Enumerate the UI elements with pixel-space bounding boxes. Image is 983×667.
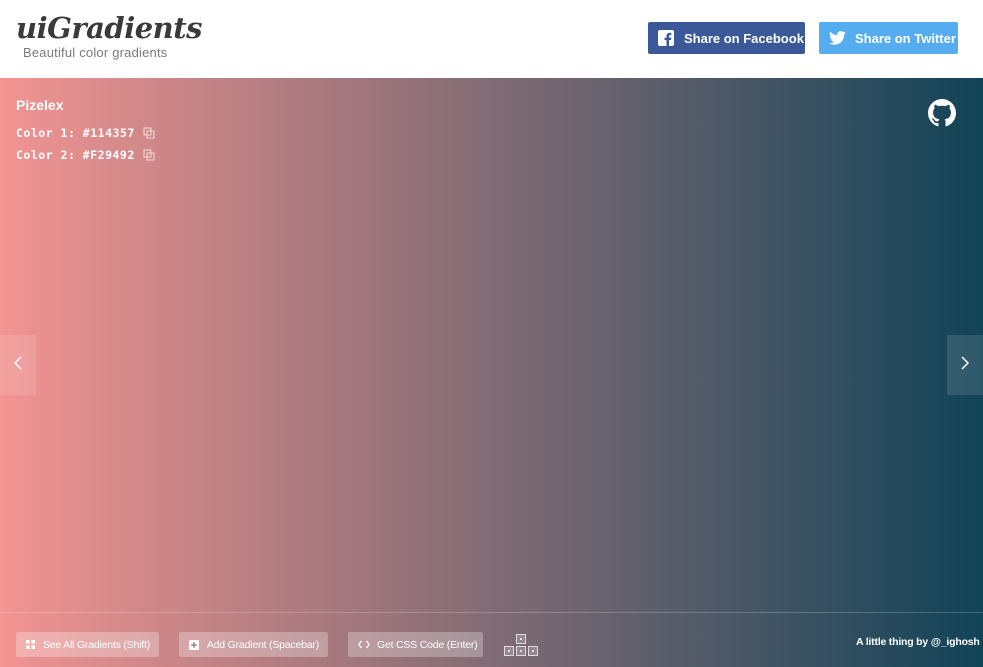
twitter-icon xyxy=(819,31,855,45)
grid-icon xyxy=(26,639,36,651)
next-gradient-button[interactable] xyxy=(947,335,983,395)
color-1-row: Color 1: #114357 xyxy=(16,126,155,140)
add-gradient-button[interactable]: Add Gradient (Spacebar) xyxy=(179,632,328,657)
plus-square-icon xyxy=(189,639,200,651)
share-twitter-button[interactable]: Share on Twitter xyxy=(819,22,958,54)
footer-bar: See All Gradients (Shift) Add Gradient (… xyxy=(0,612,983,667)
prev-gradient-button[interactable] xyxy=(0,335,36,395)
color-2-label: Color 2: #F29492 xyxy=(16,148,135,162)
github-icon[interactable] xyxy=(928,99,956,127)
add-gradient-label: Add Gradient (Spacebar) xyxy=(206,638,319,651)
logo-title: uiGradients xyxy=(16,11,203,45)
arrow-key-left xyxy=(504,646,514,656)
chevron-left-icon xyxy=(13,355,23,375)
share-twitter-label: Share on Twitter xyxy=(855,30,956,46)
code-icon xyxy=(358,639,370,651)
logo[interactable]: uiGradients Beautiful color gradients xyxy=(16,11,203,60)
share-facebook-label: Share on Facebook xyxy=(684,30,804,46)
chevron-right-icon xyxy=(960,355,970,375)
see-all-gradients-button[interactable]: See All Gradients (Shift) xyxy=(16,632,159,657)
header: uiGradients Beautiful color gradients Sh… xyxy=(0,0,983,78)
facebook-icon xyxy=(648,30,684,46)
copy-icon[interactable] xyxy=(143,127,155,139)
arrow-key-right xyxy=(528,646,538,656)
gradient-name: Pizelex xyxy=(16,97,64,113)
copy-icon[interactable] xyxy=(143,149,155,161)
color-1-label: Color 1: #114357 xyxy=(16,126,135,140)
get-css-code-button[interactable]: Get CSS Code (Enter) xyxy=(348,632,483,657)
get-css-code-label: Get CSS Code (Enter) xyxy=(377,638,478,651)
credit-text[interactable]: A little thing by @_ighosh xyxy=(856,636,980,648)
arrow-key-up xyxy=(516,634,526,644)
arrow-key-down xyxy=(516,646,526,656)
see-all-gradients-label: See All Gradients (Shift) xyxy=(42,638,150,651)
color-2-row: Color 2: #F29492 xyxy=(16,148,155,162)
gradient-display: Pizelex Color 1: #114357 Color 2: #F2949… xyxy=(0,78,983,667)
logo-subtitle: Beautiful color gradients xyxy=(23,45,168,60)
share-facebook-button[interactable]: Share on Facebook xyxy=(648,22,805,54)
arrow-keys-icon xyxy=(504,634,538,657)
